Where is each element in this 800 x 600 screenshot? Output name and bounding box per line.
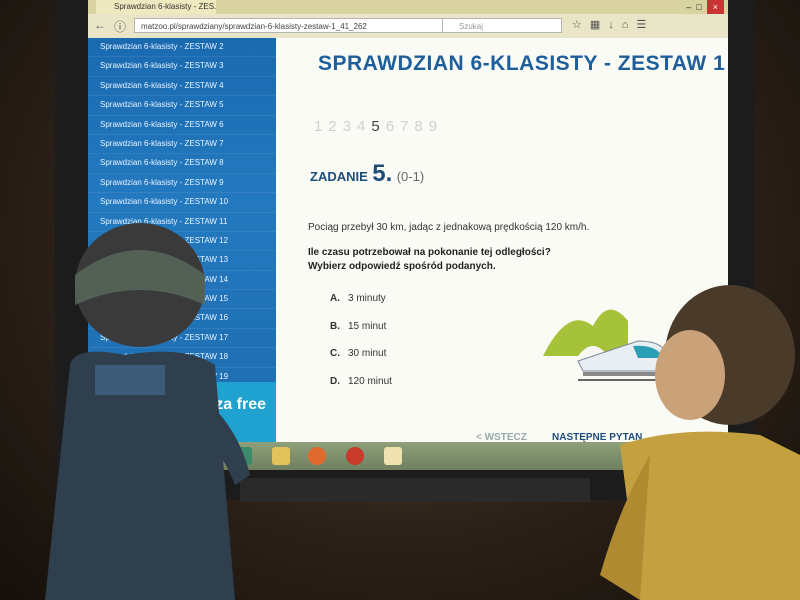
sidebar-item-zestaw[interactable]: Sprawdzian 6-klasisty - ZESTAW 2 [88, 38, 276, 58]
question-number-link[interactable]: 9 [429, 118, 443, 135]
sidebar-item-zestaw[interactable]: Sprawdzian 6-klasisty - ZESTAW 10 [88, 193, 276, 213]
answer-option[interactable]: A. 3 minuty [330, 293, 386, 304]
answer-letter: D. [330, 375, 340, 387]
sidebar-item-zestaw[interactable]: Sprawdzian 6-klasisty - ZESTAW 5 [88, 96, 276, 116]
question-number-link[interactable]: 1 [314, 118, 328, 135]
answer-option[interactable]: C. 30 minut [330, 348, 386, 359]
answer-text: 15 minut [348, 320, 387, 332]
bookmarks-icon[interactable]: ▦ [590, 19, 608, 31]
browser-tab-bar: Sprawdzian 6-klasisty - ZES... – □ × [88, 0, 728, 14]
answer-letter: C. [330, 348, 340, 359]
whiteboard-tray [240, 478, 590, 502]
question-text: Ile czasu potrzebował na pokonanie tej o… [308, 246, 551, 274]
window-controls: – □ × [686, 0, 724, 14]
question-number-link[interactable]: 6 [386, 118, 400, 135]
problem-text: Pociąg przebył 30 km, jadąc z jednakową … [308, 222, 590, 233]
search-placeholder: Szukaj [459, 22, 484, 31]
question-line-2: Wybierz odpowiedź spośród podanych. [308, 261, 496, 272]
sidebar-item-zestaw[interactable]: Sprawdzian 6-klasisty - ZESTAW 4 [88, 77, 276, 97]
answer-text: 120 minut [348, 375, 392, 387]
question-number-link[interactable]: 4 [357, 118, 371, 135]
tab-title: Sprawdzian 6-klasisty - ZES... [114, 2, 216, 11]
browser-tab[interactable]: Sprawdzian 6-klasisty - ZES... [96, 0, 216, 14]
answer-option[interactable]: B. 15 minut [330, 321, 386, 332]
sidebar-item-zestaw[interactable]: Sprawdzian 6-klasisty - ZESTAW 3 [88, 57, 276, 77]
student-right [600, 285, 800, 600]
question-number-link[interactable]: 7 [400, 118, 414, 135]
task-heading: ZADANIE 5. (0-1) [310, 160, 424, 188]
task-points: (0-1) [396, 169, 425, 184]
student-left [45, 223, 250, 600]
power-icon[interactable] [346, 447, 364, 465]
answer-option[interactable]: D. 120 minut [330, 376, 392, 387]
answer-text: 3 minuty [348, 293, 386, 304]
question-number-nav: 123456789 [314, 118, 443, 135]
browser-address-bar: ← ⓘ matzoo.pl/sprawdziany/sprawdzian-6-k… [88, 14, 728, 39]
star-icon[interactable]: ☆ [572, 19, 590, 31]
url-field[interactable]: matzoo.pl/sprawdziany/sprawdzian-6-klasi… [134, 18, 464, 33]
task-label: ZADANIE [310, 169, 368, 184]
task-number: 5. [372, 160, 393, 187]
question-number-link[interactable]: 3 [343, 118, 357, 135]
sidebar-item-zestaw[interactable]: Sprawdzian 6-klasisty - ZESTAW 6 [88, 116, 276, 135]
question-line-1: Ile czasu potrzebował na pokonanie tej o… [308, 247, 551, 258]
question-number-link[interactable]: 2 [328, 118, 342, 135]
back-arrow-icon[interactable]: ← [94, 18, 106, 32]
sidebar-item-zestaw[interactable]: Sprawdzian 6-klasisty - ZESTAW 8 [88, 154, 276, 174]
maximize-icon[interactable]: □ [696, 2, 701, 12]
sidebar-item-zestaw[interactable]: Sprawdzian 6-klasisty - ZESTAW 9 [88, 174, 276, 194]
answer-letter: B. [330, 320, 340, 332]
page-title: SPRAWDZIAN 6-KLASISTY - ZESTAW 1 [318, 52, 726, 75]
question-number-link[interactable]: 5 [371, 118, 385, 135]
answer-letter: A. [330, 293, 340, 304]
menu-icon[interactable]: ☰ [636, 19, 654, 31]
download-icon[interactable]: ↓ [608, 19, 622, 31]
question-number-link[interactable]: 8 [414, 118, 428, 135]
app-window-icon[interactable] [384, 447, 402, 465]
firefox-icon[interactable] [308, 447, 326, 465]
info-icon[interactable]: ⓘ [114, 18, 126, 35]
browser-toolbar-icons: ☆▦↓⌂☰ [572, 18, 654, 31]
search-field[interactable]: Szukaj [442, 18, 562, 33]
sidebar-item-zestaw[interactable]: Sprawdzian 6-klasisty - ZESTAW 7 [88, 135, 276, 155]
minimize-icon[interactable]: – [686, 2, 691, 12]
home-icon[interactable]: ⌂ [622, 19, 637, 31]
close-icon[interactable]: × [706, 0, 724, 14]
answer-text: 30 minut [348, 348, 387, 359]
